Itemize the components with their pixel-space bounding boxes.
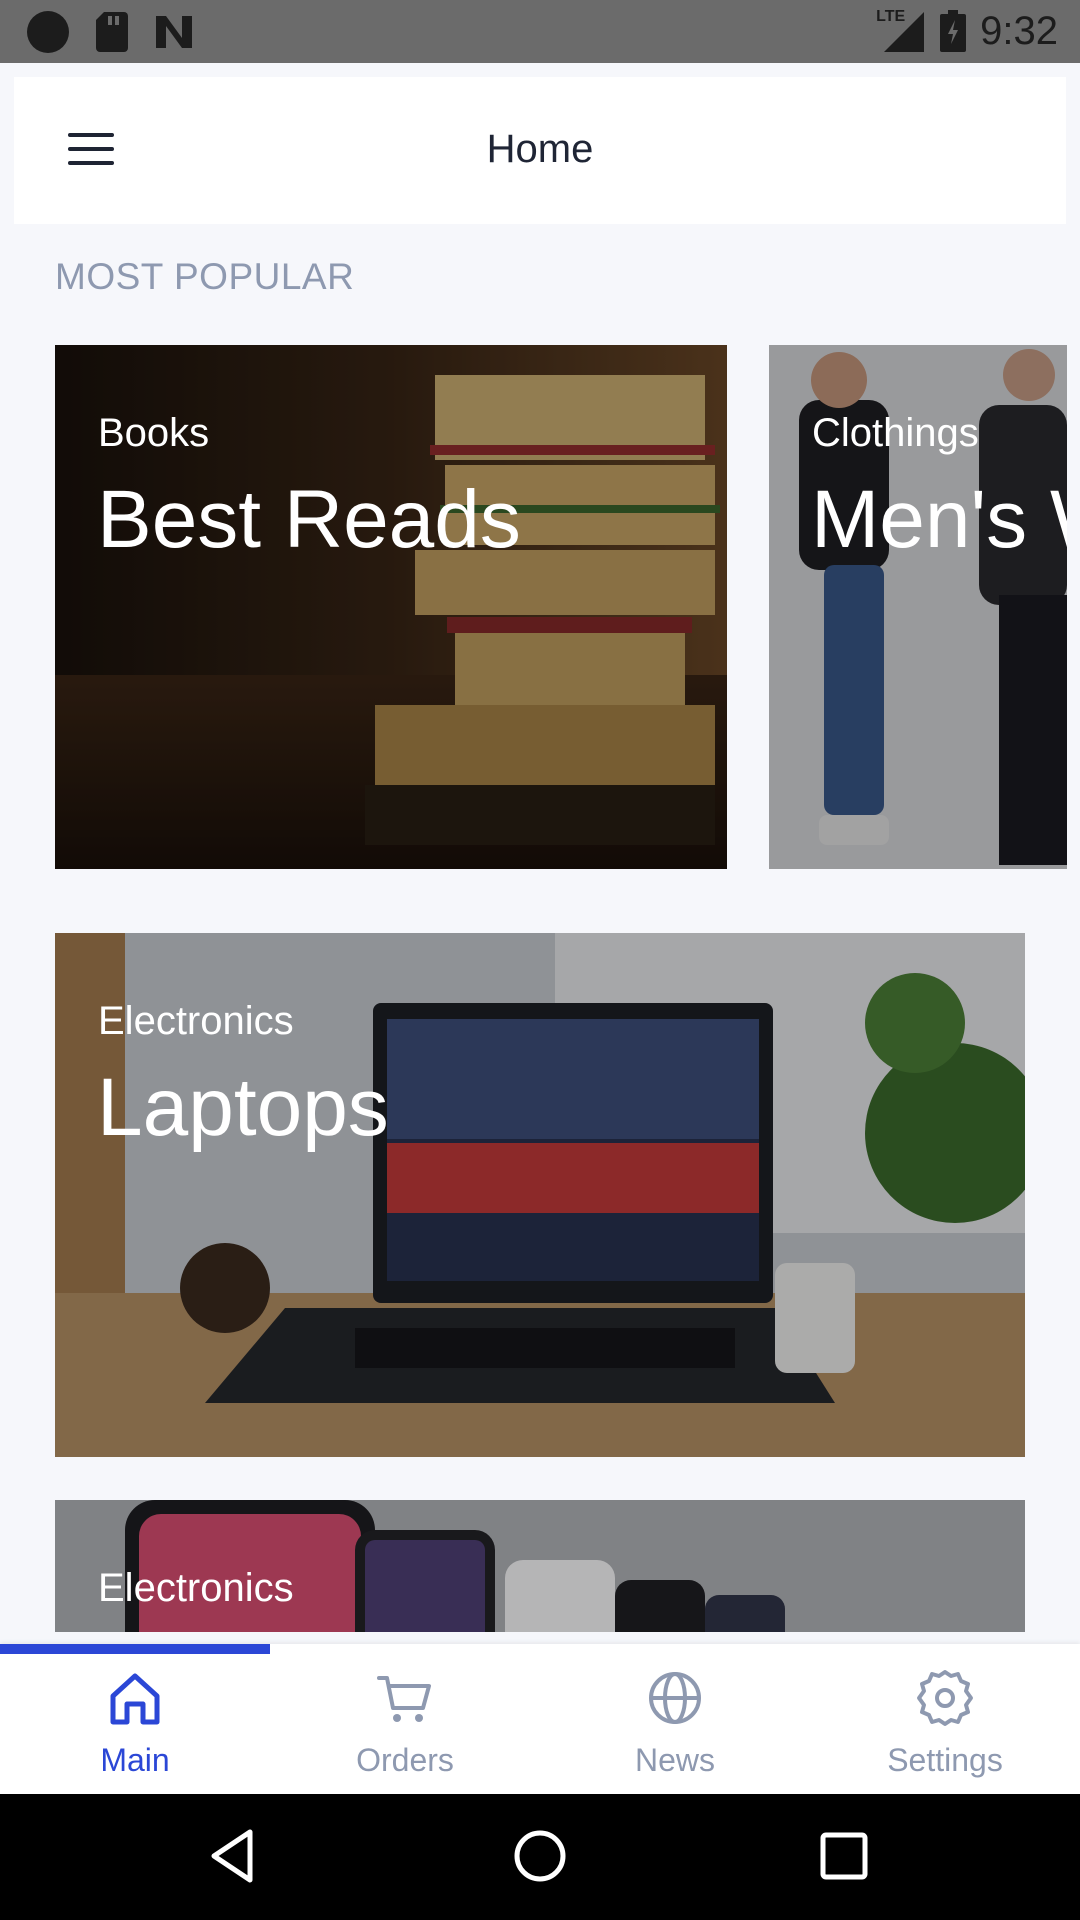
signal-icon: LTE <box>876 8 926 54</box>
card-headline: Men's Wear <box>811 474 1067 565</box>
card-electronics-phones[interactable]: Electronics <box>55 1500 1025 1632</box>
cart-icon <box>377 1676 431 1722</box>
nav-item-main[interactable]: Main <box>0 1644 270 1794</box>
globe-icon <box>649 1672 701 1724</box>
nav-label: Orders <box>356 1742 454 1778</box>
network-type: LTE <box>876 8 906 25</box>
card-clothings[interactable]: Clothings Men's Wear <box>769 345 1067 869</box>
system-navigation-bar <box>0 1794 1080 1920</box>
page-title: Home <box>486 127 594 171</box>
bottom-navigation: Main Orders News Settings <box>0 1644 1080 1794</box>
top-app-bar: Home <box>14 77 1066 224</box>
nav-item-orders[interactable]: Orders <box>270 1644 540 1794</box>
card-category: Clothings <box>812 411 979 455</box>
nav-label: Main <box>100 1742 170 1778</box>
card-laptops[interactable]: Electronics Laptops <box>55 933 1025 1457</box>
n-logo-icon <box>156 16 192 48</box>
nav-label: News <box>634 1742 715 1778</box>
card-category: Books <box>98 411 210 455</box>
nav-label: Settings <box>887 1742 1003 1778</box>
card-category: Electronics <box>98 999 294 1043</box>
recents-icon[interactable] <box>812 1824 876 1888</box>
status-bar: LTE 9:32 <box>0 0 1080 63</box>
nav-item-settings[interactable]: Settings <box>810 1644 1080 1794</box>
battery-icon <box>940 10 967 52</box>
content-scroll-area[interactable]: Books Best Reads Clothings Men's Wear <box>0 222 1067 1632</box>
back-icon[interactable] <box>204 1824 268 1888</box>
sd-card-icon <box>96 12 128 52</box>
card-category: Electronics <box>98 1566 294 1610</box>
home-circle-icon[interactable] <box>508 1824 572 1888</box>
card-headline: Best Reads <box>97 474 521 565</box>
card-headline: Laptops <box>97 1062 389 1153</box>
card-books[interactable]: Books Best Reads <box>55 345 727 869</box>
nav-item-news[interactable]: News <box>540 1644 810 1794</box>
status-time: 9:32 <box>980 8 1058 53</box>
home-icon <box>110 1673 160 1725</box>
notification-dot-icon <box>27 11 69 53</box>
gear-icon <box>917 1670 973 1726</box>
